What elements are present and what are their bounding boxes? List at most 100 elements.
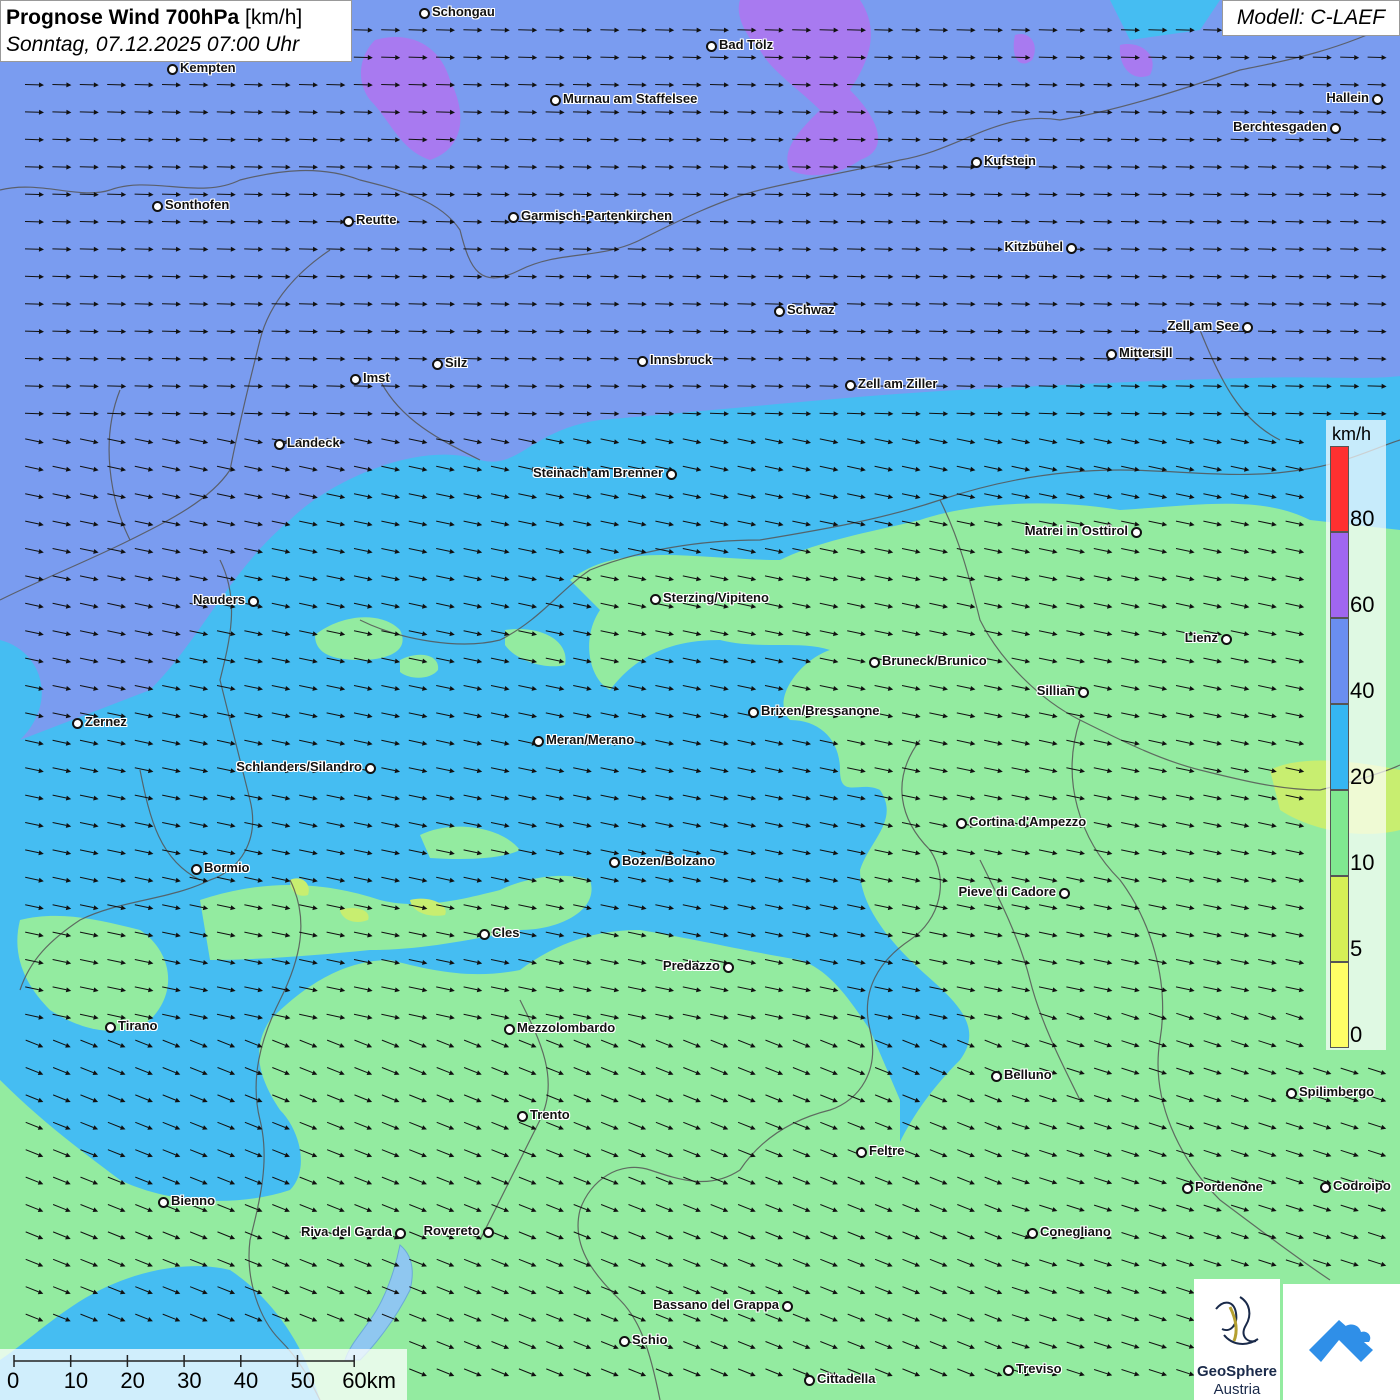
legend-label: 20	[1350, 764, 1375, 789]
city-label: Sonthofen	[165, 197, 230, 212]
city-marker	[158, 1197, 169, 1208]
city-marker	[748, 707, 759, 718]
city-label: Mezzolombardo	[517, 1020, 616, 1035]
city-marker	[723, 962, 734, 973]
city-label: Pieve di Cadore	[958, 884, 1056, 899]
map-title-unit: [km/h]	[245, 6, 303, 29]
wind-band-10-20-blob-b	[400, 654, 439, 678]
city-marker	[1066, 243, 1077, 254]
city-marker	[508, 212, 519, 223]
city-marker	[619, 1336, 630, 1347]
city-marker	[666, 469, 677, 480]
legend-unit: km/h	[1332, 424, 1372, 444]
city-label: Imst	[363, 370, 390, 385]
legend-label: 60	[1350, 592, 1375, 617]
city-marker	[533, 736, 544, 747]
city-label: Riva del Garda	[300, 1224, 392, 1239]
city-marker	[517, 1111, 528, 1122]
city-marker	[774, 306, 785, 317]
scale-ticks	[13, 1355, 355, 1367]
city-label: Hallein	[1326, 90, 1369, 105]
city-label: Garmisch-Partenkirchen	[521, 208, 673, 223]
color-legend: km/h 80 60 40 20 10 5 0	[1326, 420, 1386, 1050]
city-label: Lienz	[1184, 630, 1218, 645]
legend-swatch	[1330, 876, 1349, 962]
legend-swatch	[1330, 790, 1349, 876]
city-marker	[650, 594, 661, 605]
scale-label: 0	[7, 1368, 20, 1393]
city-marker	[1106, 349, 1117, 360]
model-label: Modell: C-LAEF	[1222, 0, 1400, 36]
city-marker	[419, 8, 430, 19]
city-label: Murnau am Staffelsee	[563, 91, 698, 106]
city-marker	[274, 439, 285, 450]
city-label: Matrei in Osttirol	[1024, 523, 1128, 538]
city-marker	[637, 356, 648, 367]
legend-swatch	[1330, 532, 1349, 618]
city-label: Kitzbühel	[1004, 239, 1064, 254]
city-marker	[248, 596, 259, 607]
city-marker	[504, 1024, 515, 1035]
city-label: Silz	[445, 355, 468, 370]
city-marker	[1182, 1183, 1193, 1194]
city-label: Pordenone	[1195, 1179, 1263, 1194]
city-label: Cittadella	[817, 1371, 876, 1386]
city-label: Innsbruck	[650, 352, 713, 367]
city-marker	[1372, 94, 1383, 105]
city-marker	[956, 818, 967, 829]
legend-label: 40	[1350, 678, 1375, 703]
city-marker	[1286, 1088, 1297, 1099]
geosphere-country: Austria	[1213, 1381, 1261, 1398]
city-label: Belluno	[1004, 1067, 1052, 1082]
app-logo	[1283, 1284, 1400, 1400]
city-marker	[395, 1228, 406, 1239]
scale-bar: 0 10 20 30 40 50 60km	[0, 1349, 407, 1400]
city-marker	[550, 95, 561, 106]
city-label: Zernez	[85, 714, 127, 729]
city-marker	[167, 64, 178, 75]
city-marker	[1059, 888, 1070, 899]
city-label: Treviso	[1016, 1361, 1062, 1376]
city-marker	[1320, 1182, 1331, 1193]
city-label: Schio	[632, 1332, 668, 1347]
city-label: Bozen/Bolzano	[622, 853, 716, 868]
city-marker	[856, 1147, 867, 1158]
city-label: Rovereto	[423, 1223, 480, 1238]
map-title-main: Prognose Wind 700hPa	[6, 6, 240, 29]
city-marker	[350, 374, 361, 385]
scale-label: 40	[233, 1368, 259, 1393]
city-label: Kempten	[180, 60, 236, 75]
city-label: Codroipo	[1333, 1178, 1391, 1193]
city-marker	[365, 763, 376, 774]
city-marker	[1003, 1365, 1014, 1376]
city-label: Trento	[530, 1107, 570, 1122]
scale-label: 60km	[342, 1368, 396, 1393]
city-label: Bad Tölz	[719, 37, 774, 52]
city-label: Conegliano	[1040, 1224, 1111, 1239]
legend-swatch	[1330, 962, 1349, 1048]
city-marker	[1221, 634, 1232, 645]
geosphere-name: GeoSphere	[1196, 1363, 1278, 1380]
city-label: Schongau	[432, 4, 495, 19]
city-label: Zell am Ziller	[858, 376, 938, 391]
city-label: Bienno	[171, 1193, 216, 1208]
city-marker	[479, 929, 490, 940]
city-marker	[869, 657, 880, 668]
city-marker	[1027, 1228, 1038, 1239]
city-marker	[804, 1375, 815, 1386]
city-label: Nauders	[192, 592, 245, 607]
city-marker	[609, 857, 620, 868]
city-marker	[1242, 322, 1253, 333]
city-marker	[991, 1071, 1002, 1082]
legend-swatch	[1330, 704, 1349, 790]
city-marker	[706, 41, 717, 52]
city-label: Brixen/Bressanone	[761, 703, 880, 718]
city-marker	[1131, 527, 1142, 538]
geosphere-emblem-icon	[1215, 1296, 1259, 1345]
city-marker	[971, 157, 982, 168]
scale-label: 30	[177, 1368, 202, 1393]
city-label: Bormio	[204, 860, 250, 875]
city-label: Feltre	[869, 1143, 905, 1158]
legend-swatch	[1330, 446, 1349, 532]
city-label: Sterzing/Vipiteno	[663, 590, 769, 605]
